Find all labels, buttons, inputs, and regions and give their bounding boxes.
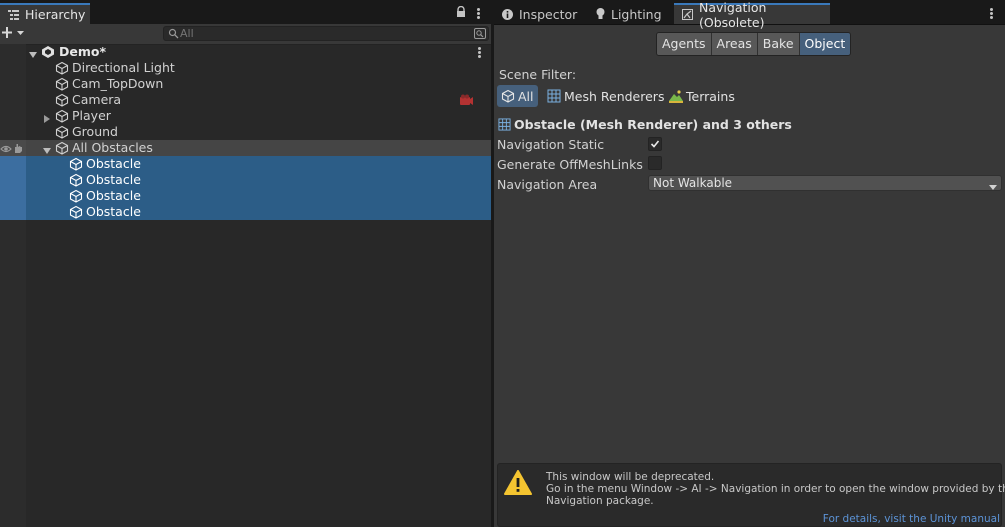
gameobject-cube-icon	[69, 157, 83, 171]
hierarchy-tab-bar: Hierarchy	[0, 0, 491, 25]
mesh-renderer-icon	[498, 118, 511, 134]
hierarchy-item-label: Player	[72, 108, 111, 123]
unity-manual-link[interactable]: For details, visit the Unity manual	[823, 513, 1000, 525]
filter-mesh-renderers-label: Mesh Renderers	[564, 88, 665, 104]
gameobject-cube-icon	[55, 61, 69, 75]
hierarchy-icon	[8, 9, 19, 20]
navigation-area-dropdown[interactable]: Not Walkable	[648, 175, 1002, 191]
segment-areas-button[interactable]: Areas	[711, 33, 758, 55]
hierarchy-tree: Demo* Directional Light Cam_TopDown Came…	[0, 44, 491, 527]
terrain-icon	[669, 89, 683, 103]
filter-terrains-label: Terrains	[686, 88, 735, 104]
navigation-menu-kebab-icon[interactable]	[990, 8, 993, 19]
gameobject-cube-icon	[501, 89, 515, 103]
gameobject-cube-icon	[55, 109, 69, 123]
gameobject-cube-icon	[69, 189, 83, 203]
hierarchy-item-label: Ground	[72, 124, 118, 139]
lightbulb-icon	[596, 8, 605, 20]
search-by-type-icon[interactable]	[474, 28, 486, 42]
hierarchy-item-ground[interactable]: Ground	[0, 124, 491, 140]
navigation-segmented-toolbar: Agents Areas Bake Object	[656, 32, 852, 56]
hierarchy-item-label: Obstacle	[86, 156, 141, 171]
unity-scene-icon	[41, 45, 55, 59]
foldout-expanded-icon[interactable]	[29, 48, 37, 58]
filter-mesh-renderers-button[interactable]: Mesh Renderers	[547, 85, 664, 107]
hierarchy-item-obstacle[interactable]: Obstacle	[0, 172, 491, 188]
scene-row-demo[interactable]: Demo*	[0, 44, 491, 60]
search-icon	[168, 28, 179, 42]
gameobject-cube-icon	[55, 77, 69, 91]
scene-filter-label: Scene Filter:	[499, 67, 577, 82]
foldout-collapsed-icon[interactable]	[43, 112, 51, 123]
tab-hierarchy[interactable]: Hierarchy	[0, 3, 90, 24]
scene-menu-kebab-icon[interactable]	[478, 47, 481, 58]
hierarchy-item-label: Obstacle	[86, 172, 141, 187]
hierarchy-item-obstacle[interactable]: Obstacle	[0, 188, 491, 204]
hierarchy-item-label: Obstacle	[86, 188, 141, 203]
tab-inspector-label: Inspector	[519, 6, 578, 22]
filter-terrains-button[interactable]: Terrains	[669, 85, 735, 107]
tab-lighting[interactable]: Lighting	[588, 4, 672, 24]
scene-name: Demo*	[59, 44, 107, 59]
segment-bake-button[interactable]: Bake	[757, 33, 800, 55]
chevron-down-icon	[989, 180, 997, 194]
segment-agents-button[interactable]: Agents	[657, 33, 712, 55]
hierarchy-item-obstacle[interactable]: Obstacle	[0, 156, 491, 172]
hierarchy-toolbar	[0, 24, 491, 45]
visibility-eye-icon[interactable]	[0, 143, 12, 157]
pickable-hand-icon[interactable]	[12, 142, 24, 157]
hierarchy-item-obstacle[interactable]: Obstacle	[0, 204, 491, 220]
tab-lighting-label: Lighting	[611, 6, 662, 22]
navigation-area-value: Not Walkable	[653, 176, 733, 190]
gameobject-cube-icon	[55, 141, 69, 155]
filter-all-button[interactable]: All	[497, 85, 538, 107]
hierarchy-item-label: Obstacle	[86, 204, 141, 219]
help-line-3: Navigation package.	[546, 495, 654, 507]
segment-object-button[interactable]: Object	[799, 33, 851, 55]
tab-hierarchy-label: Hierarchy	[25, 7, 86, 22]
hierarchy-item-all-obstacles[interactable]: All Obstacles	[0, 140, 491, 156]
mesh-renderer-icon	[547, 89, 561, 103]
filter-all-label: All	[518, 88, 534, 104]
foldout-expanded-icon[interactable]	[43, 144, 51, 154]
camera-gizmo-icon	[459, 94, 474, 109]
tab-inspector[interactable]: Inspector	[494, 4, 588, 24]
inspector-tab-bar: Inspector Lighting Navigation (Obsolete)	[494, 0, 1005, 30]
generate-offmeshlinks-checkbox[interactable]	[648, 156, 662, 170]
hierarchy-item-cam-topdown[interactable]: Cam_TopDown	[0, 76, 491, 92]
hierarchy-item-camera[interactable]: Camera	[0, 92, 491, 108]
hierarchy-item-player[interactable]: Player	[0, 108, 491, 124]
hierarchy-item-label: Camera	[72, 92, 122, 107]
hierarchy-menu-kebab-icon[interactable]	[477, 8, 480, 19]
info-icon	[502, 8, 513, 20]
navigation-icon	[682, 9, 693, 20]
hierarchy-search-field[interactable]	[163, 26, 489, 41]
navigation-static-checkbox[interactable]	[648, 137, 662, 151]
gameobject-cube-icon	[69, 205, 83, 219]
hierarchy-item-directional-light[interactable]: Directional Light	[0, 60, 491, 76]
help-line-2: Go in the menu Window -> AI -> Navigatio…	[546, 483, 1005, 495]
selection-header: Obstacle (Mesh Renderer) and 3 others	[514, 117, 792, 132]
hierarchy-item-label: Cam_TopDown	[72, 76, 164, 91]
gameobject-cube-icon	[55, 93, 69, 107]
lock-icon[interactable]	[456, 5, 466, 21]
navigation-area-label: Navigation Area	[497, 177, 598, 192]
hierarchy-item-label: Directional Light	[72, 60, 175, 75]
tab-navigation-label: Navigation (Obsolete)	[699, 0, 767, 30]
hierarchy-item-label: All Obstacles	[72, 140, 153, 155]
checkmark-icon	[650, 140, 660, 148]
help-line-1: This window will be deprecated.	[546, 471, 715, 483]
gameobject-cube-icon	[69, 173, 83, 187]
warning-icon	[504, 470, 532, 499]
tab-navigation[interactable]: Navigation (Obsolete)	[674, 0, 830, 30]
generate-offmeshlinks-label: Generate OffMeshLinks	[497, 157, 643, 172]
navigation-static-label: Navigation Static	[497, 137, 605, 152]
create-plus-dropdown[interactable]	[2, 25, 28, 44]
search-input[interactable]	[180, 27, 470, 40]
gameobject-cube-icon	[55, 125, 69, 139]
